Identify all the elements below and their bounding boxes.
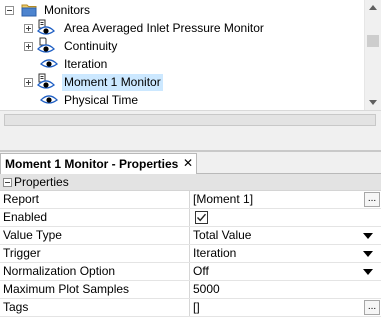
chevron-down-icon[interactable] [363,269,373,275]
tags-value[interactable]: [] [193,299,361,316]
property-grid: Properties Report [Moment 1] ... Enabled… [0,174,381,328]
property-name: Trigger [0,245,190,262]
property-row-enabled[interactable]: Enabled [0,209,381,227]
report-ellipsis-button[interactable]: ... [364,192,380,207]
chevron-down-icon[interactable] [363,251,373,257]
tree-node-physical-time[interactable]: Physical Time [0,91,362,109]
property-row-value-type[interactable]: Value Type Total Value [0,227,381,245]
tags-ellipsis-button[interactable]: ... [364,300,380,315]
tree-label: Area Averaged Inlet Pressure Monitor [64,21,264,35]
eye-icon [40,59,58,68]
tree-label: Monitors [44,3,91,17]
tree-label: Continuity [64,39,118,53]
tree-node-area-averaged-inlet-pressure-monitor[interactable]: Area Averaged Inlet Pressure Monitor [0,19,362,37]
monitor-eye-icon [37,37,55,53]
monitor-eye-icon [37,73,55,89]
tree-label: Iteration [64,57,108,71]
property-name: Maximum Plot Samples [0,281,190,298]
tree-node-moment-1-monitor[interactable]: Moment 1 Monitor [0,73,362,91]
close-icon[interactable]: ✕ [183,156,193,170]
property-name: Value Type [0,227,190,244]
tree-vertical-scrollbar[interactable] [364,0,381,110]
property-row-trigger[interactable]: Trigger Iteration [0,245,381,263]
expand-icon[interactable] [24,24,33,33]
collapse-icon[interactable] [5,6,14,15]
property-name: Tags [0,299,190,316]
folder-icon [21,4,37,17]
scroll-up-arrow-icon[interactable] [369,5,377,10]
property-row-report[interactable]: Report [Moment 1] ... [0,191,381,209]
properties-tab-bar: Moment 1 Monitor - Properties ✕ [0,152,381,174]
value-type-select[interactable]: Total Value [193,227,361,244]
property-row-maximum-plot-samples[interactable]: Maximum Plot Samples 5000 [0,281,381,299]
report-value[interactable]: [Moment 1] [193,191,361,208]
tree-node-iteration[interactable]: Iteration [0,55,362,73]
monitors-tree: Monitors Area Averaged Inlet Pressure Mo… [0,0,381,110]
tab-moment-1-monitor-properties[interactable]: Moment 1 Monitor - Properties ✕ [0,153,197,174]
property-name: Normalization Option [0,263,190,280]
enabled-checkbox[interactable] [195,211,208,224]
property-name: Report [0,191,190,208]
scroll-down-arrow-icon[interactable] [369,100,377,105]
property-row-tags[interactable]: Tags [] ... [0,299,381,317]
scrollbar-thumb[interactable] [367,35,379,47]
property-row-normalization-option[interactable]: Normalization Option Off [0,263,381,281]
eye-icon [40,95,58,104]
chevron-down-icon[interactable] [363,233,373,239]
properties-section-header[interactable]: Properties [0,174,381,191]
tab-title: Moment 1 Monitor - Properties [5,157,179,171]
section-title: Properties [14,175,69,189]
maximum-plot-samples-field[interactable]: 5000 [193,281,361,298]
property-name: Enabled [0,209,190,226]
tree-node-monitors[interactable]: Monitors [0,1,362,19]
trigger-select[interactable]: Iteration [193,245,361,262]
tree-node-continuity[interactable]: Continuity [0,37,362,55]
expand-icon[interactable] [24,78,33,87]
monitor-eye-icon [37,19,55,35]
tree-label: Physical Time [64,93,139,107]
tree-horizontal-scrollbar[interactable] [0,110,381,130]
expand-icon[interactable] [24,42,33,51]
scrollbar-track[interactable] [4,114,376,126]
collapse-icon[interactable] [3,178,12,187]
panel-gap [0,130,381,150]
tree-label: Moment 1 Monitor [62,74,163,91]
normalization-option-select[interactable]: Off [193,263,361,280]
checkmark-icon [196,213,207,222]
